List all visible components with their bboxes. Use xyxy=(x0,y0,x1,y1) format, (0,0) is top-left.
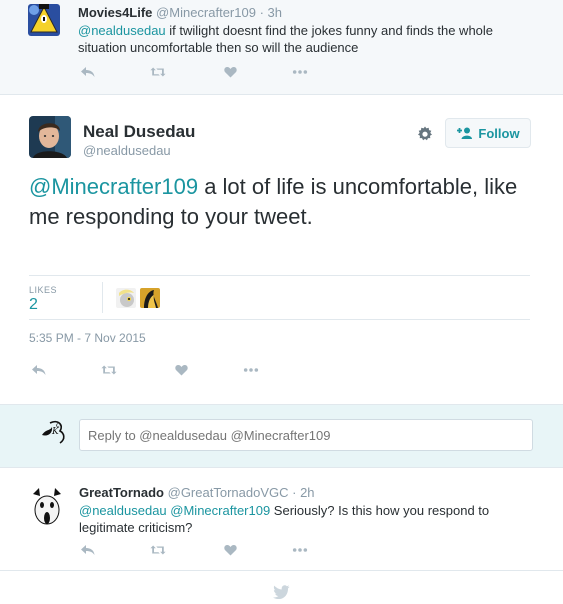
reply-separator: · xyxy=(292,485,297,500)
reply-icon[interactable] xyxy=(80,543,96,557)
retweet-icon[interactable] xyxy=(101,363,117,377)
reply-avatar[interactable] xyxy=(27,488,67,528)
liker-avatar[interactable] xyxy=(116,288,136,308)
reply-actions xyxy=(80,543,308,557)
parent-separator: · xyxy=(259,5,264,20)
likes-label: LIKES xyxy=(29,285,58,295)
follow-button[interactable]: Follow xyxy=(445,118,531,148)
retweet-icon[interactable] xyxy=(150,543,166,557)
reply-mention[interactable]: @nealdusedau xyxy=(79,503,167,518)
more-icon[interactable] xyxy=(292,65,308,79)
reply-mention[interactable]: @Minecrafter109 xyxy=(170,503,270,518)
reply-icon[interactable] xyxy=(80,65,96,79)
follow-icon xyxy=(456,127,473,139)
like-icon[interactable] xyxy=(222,65,238,79)
parent-author-handle[interactable]: @Minecrafter109 xyxy=(156,5,256,20)
parent-text: @nealdusedau if twilight doesnt find the… xyxy=(78,22,538,56)
tweet-stats: LIKES 2 xyxy=(29,275,530,320)
parent-mention[interactable]: @nealdusedau xyxy=(78,23,166,38)
bird-icon xyxy=(272,585,290,604)
reply-author-handle[interactable]: @GreatTornadoVGC xyxy=(168,485,289,500)
reply-tweet[interactable]: GreatTornado @GreatTornadoVGC · 2h @neal… xyxy=(0,476,563,571)
like-icon[interactable] xyxy=(222,543,238,557)
gear-icon[interactable] xyxy=(417,126,433,142)
my-avatar: K c xyxy=(38,417,70,449)
reply-text: @nealdusedau @Minecrafter109 Seriously? … xyxy=(79,502,519,536)
tweet-timestamp[interactable]: 5:35 PM - 7 Nov 2015 xyxy=(29,331,146,345)
liker-avatar[interactable] xyxy=(140,288,160,308)
parent-header: Movies4Life @Minecrafter109 · 3h xyxy=(78,5,282,20)
more-icon[interactable] xyxy=(292,543,308,557)
reply-icon[interactable] xyxy=(31,363,47,377)
main-tweet: Neal Dusedau @nealdusedau Follow @Minecr… xyxy=(0,95,563,405)
parent-tweet[interactable]: Movies4Life @Minecrafter109 · 3h @nealdu… xyxy=(0,0,563,95)
reply-author-name[interactable]: GreatTornado xyxy=(79,485,164,500)
reply-time[interactable]: 2h xyxy=(300,485,314,500)
more-icon[interactable] xyxy=(243,363,259,377)
parent-time[interactable]: 3h xyxy=(268,5,282,20)
stats-divider xyxy=(102,282,103,313)
parent-actions xyxy=(80,65,308,79)
retweet-icon[interactable] xyxy=(150,65,166,79)
main-tweet-text: @Minecrafter109 a lot of life is uncomfo… xyxy=(29,172,544,232)
likes-count[interactable]: 2 xyxy=(29,296,38,314)
reply-composer: K c xyxy=(0,404,563,468)
main-author-name[interactable]: Neal Dusedau xyxy=(83,122,195,142)
parent-author-name[interactable]: Movies4Life xyxy=(78,5,152,20)
main-avatar[interactable] xyxy=(29,116,71,158)
parent-avatar[interactable] xyxy=(28,4,60,36)
main-mention[interactable]: @Minecrafter109 xyxy=(29,174,198,199)
reply-input[interactable] xyxy=(79,419,533,451)
svg-text:c: c xyxy=(56,421,60,429)
reply-header: GreatTornado @GreatTornadoVGC · 2h xyxy=(79,485,315,500)
like-icon[interactable] xyxy=(173,363,189,377)
main-author-handle[interactable]: @nealdusedau xyxy=(83,143,171,158)
main-actions xyxy=(31,363,259,377)
follow-label: Follow xyxy=(478,125,520,141)
